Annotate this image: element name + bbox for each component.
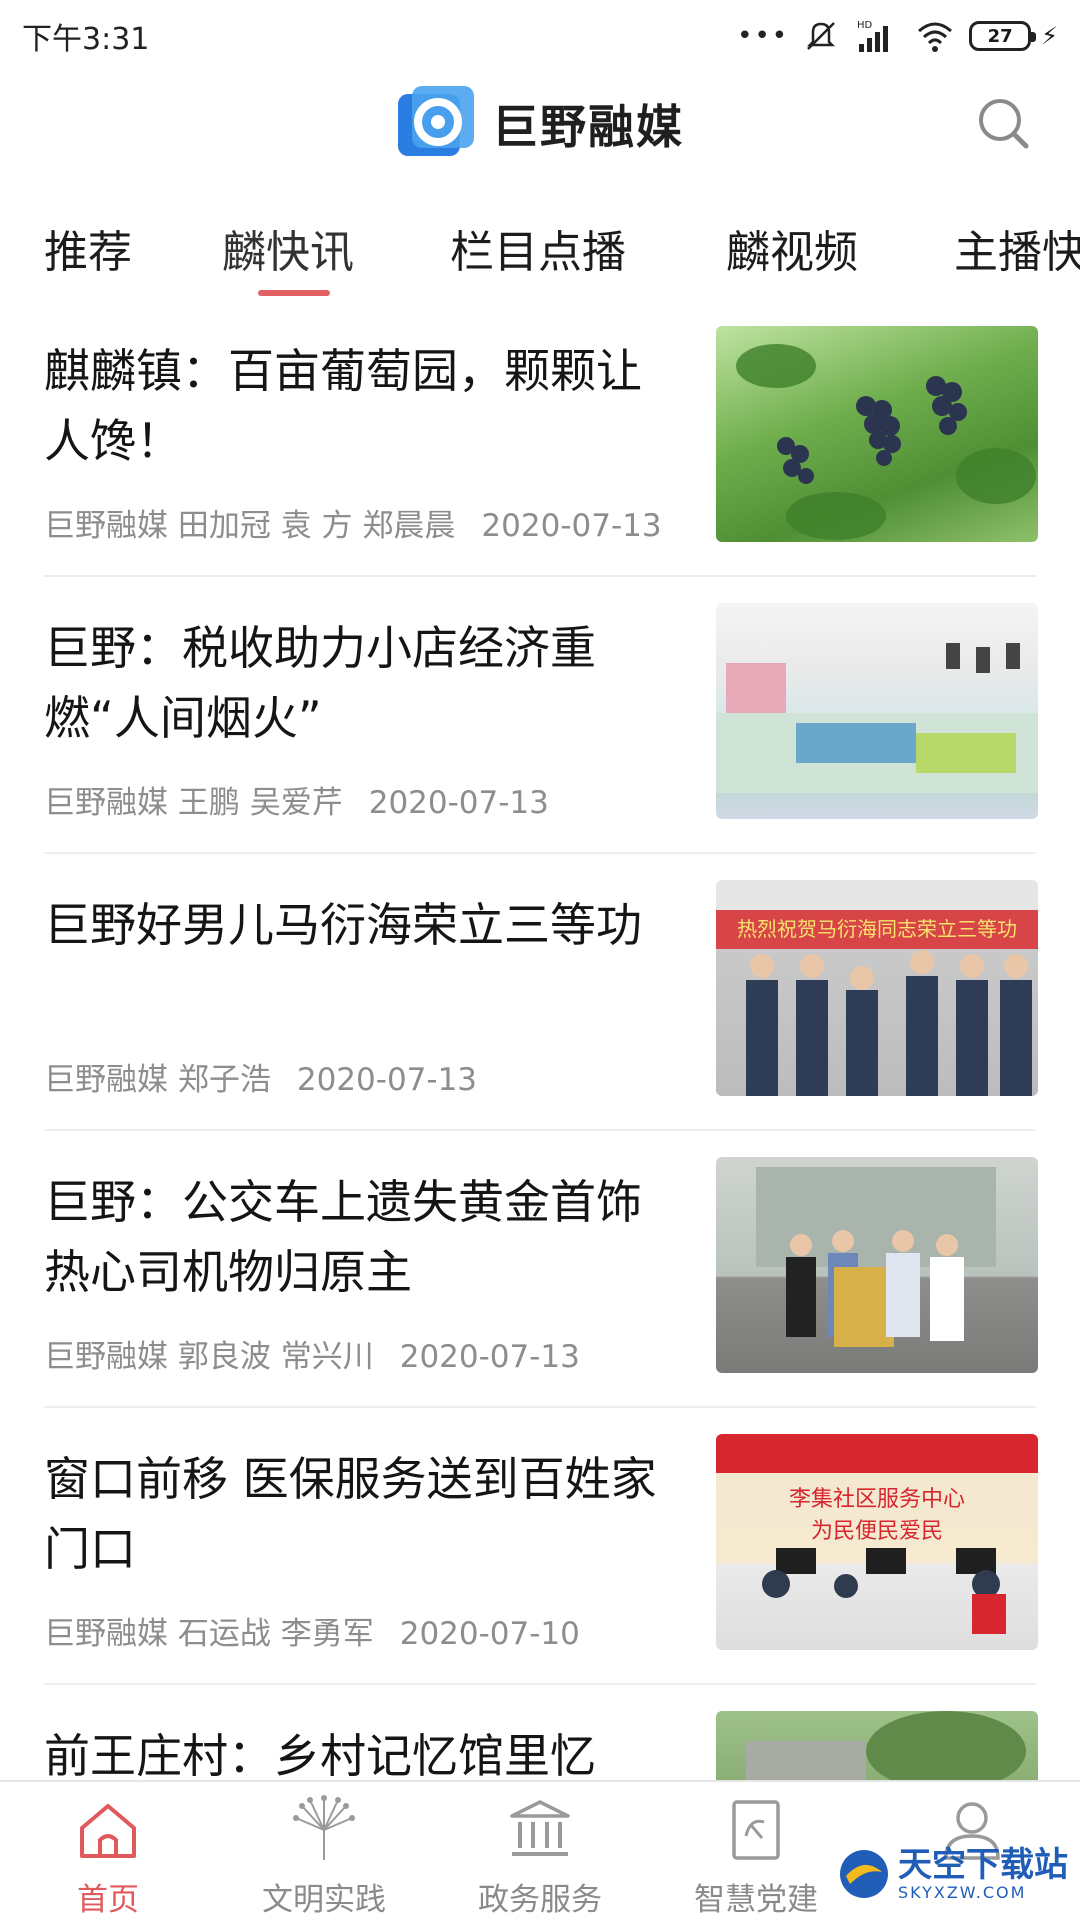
news-item[interactable]: 前王庄村：乡村记忆馆里忆 (0, 1685, 1080, 1780)
news-item[interactable]: 麒麟镇：百亩葡萄园，颗颗让人馋！ 巨野融媒 田加冠 袁 方 郑晨晨 2020-07… (0, 300, 1080, 577)
watermark-sub: SKYXZW.COM (898, 1882, 1027, 1902)
nav-gov-service[interactable]: 政务服务 (432, 1782, 648, 1920)
status-bar: 下午3:31 ••• HD 27 ⚡ (0, 0, 1080, 72)
news-author: 巨野融媒 郑子浩 (44, 1062, 271, 1098)
news-date: 2020-07-13 (368, 785, 549, 821)
news-meta: 巨野融媒 石运战 李勇军 2020-07-10 (44, 1608, 580, 1653)
news-item[interactable]: 巨野：公交车上遗失黄金首饰 热心司机物归原主 巨野融媒 郭良波 常兴川 2020-… (0, 1131, 1080, 1408)
site-watermark: 天空下载站 SKYXZW.COM (836, 1832, 1076, 1916)
charging-icon: ⚡ (1041, 22, 1058, 50)
nav-label: 首页 (77, 1882, 139, 1918)
news-item[interactable]: 窗口前移 医保服务送到百姓家门口 巨野融媒 石运战 李勇军 2020-07-10 … (0, 1408, 1080, 1685)
news-thumbnail[interactable] (716, 603, 1038, 819)
tab-lin-news[interactable]: 麟快讯 (222, 216, 354, 280)
news-thumbnail[interactable] (716, 1711, 1038, 1780)
news-thumbnail[interactable] (716, 326, 1038, 542)
nav-label: 文明实践 (262, 1882, 386, 1918)
service-center-image: 李集社区服务中心 为民便民爱民 (762, 1487, 1006, 1634)
tab-column-vod[interactable]: 栏目点播 (450, 216, 626, 280)
news-title[interactable]: 前王庄村：乡村记忆馆里忆 (44, 1721, 684, 1780)
police-image (756, 1167, 996, 1347)
news-title[interactable]: 巨野好男儿马衍海荣立三等功 (44, 890, 684, 960)
news-date: 2020-07-13 (481, 508, 662, 544)
village-image (746, 1711, 1026, 1780)
news-author: 巨野融媒 石运战 李勇军 (44, 1616, 374, 1652)
wifi-icon (918, 22, 953, 52)
news-title[interactable]: 窗口前移 医保服务送到百姓家门口 (44, 1444, 684, 1584)
watermark-logo-icon (840, 1850, 888, 1898)
nav-party-building[interactable]: 智慧党建 (648, 1782, 864, 1920)
news-author: 巨野融媒 王鹏 吴爱芹 (44, 785, 343, 821)
shop-image (716, 643, 1038, 793)
more-dots-icon: ••• (737, 21, 790, 51)
news-feed[interactable]: 麒麟镇：百亩葡萄园，颗颗让人馋！ 巨野融媒 田加冠 袁 方 郑晨晨 2020-07… (0, 300, 1080, 1780)
news-date: 2020-07-13 (296, 1062, 478, 1098)
government-building-icon (510, 1800, 570, 1856)
logo-icon (398, 86, 474, 156)
news-item[interactable]: 巨野：税收助力小店经济重燃“人间烟火” 巨野融媒 王鹏 吴爱芹 2020-07-1… (0, 577, 1080, 854)
nav-label: 智慧党建 (694, 1882, 818, 1918)
hd-label: HD (857, 20, 873, 31)
award-image: 热烈祝贺马衍海同志荣立三等功 (737, 917, 1032, 1096)
status-icons: ••• HD 27 ⚡ (737, 18, 1058, 54)
tab-anchor[interactable]: 主播快 (954, 216, 1080, 280)
banner-text: 热烈祝贺马衍海同志荣立三等功 (737, 917, 1017, 941)
news-author: 巨野融媒 郭良波 常兴川 (44, 1339, 374, 1375)
news-date: 2020-07-13 (399, 1339, 580, 1375)
nav-civilization[interactable]: 文明实践 (216, 1782, 432, 1920)
peacock-icon (293, 1795, 355, 1860)
news-author: 巨野融媒 田加冠 袁 方 郑晨晨 (44, 508, 456, 544)
app-logo: 巨野融媒 (396, 84, 684, 164)
news-thumbnail[interactable]: 李集社区服务中心 为民便民爱民 (716, 1434, 1038, 1650)
news-date: 2020-07-10 (399, 1616, 580, 1652)
tab-lin-video[interactable]: 麟视频 (726, 216, 858, 280)
news-meta: 巨野融媒 郑子浩 2020-07-13 (44, 1054, 477, 1099)
news-thumbnail[interactable] (716, 1157, 1038, 1373)
watermark-text: 天空下载站 (898, 1844, 1068, 1885)
party-book-icon (732, 1800, 780, 1860)
news-thumbnail[interactable]: 热烈祝贺马衍海同志荣立三等功 (716, 880, 1038, 1096)
category-tabs: 推荐 麟快讯 栏目点播 麟视频 主播快 (0, 200, 1080, 300)
grapes-image (736, 344, 1036, 540)
status-time: 下午3:31 (22, 22, 150, 57)
news-title[interactable]: 巨野：税收助力小店经济重燃“人间烟火” (44, 613, 684, 753)
search-icon[interactable] (970, 90, 1036, 156)
sign-text: 李集社区服务中心 (789, 1487, 965, 1512)
battery-icon: 27 ⚡ (969, 21, 1058, 51)
news-meta: 巨野融媒 郭良波 常兴川 2020-07-13 (44, 1331, 580, 1376)
signal-icon: HD (857, 20, 889, 52)
news-item[interactable]: 巨野好男儿马衍海荣立三等功 巨野融媒 郑子浩 2020-07-13 热烈祝贺马衍海… (0, 854, 1080, 1131)
nav-home[interactable]: 首页 (0, 1782, 216, 1920)
app-name: 巨野融媒 (492, 100, 684, 154)
news-title[interactable]: 麒麟镇：百亩葡萄园，颗颗让人馋！ (44, 336, 684, 476)
news-meta: 巨野融媒 王鹏 吴爱芹 2020-07-13 (44, 777, 549, 822)
battery-level: 27 (969, 21, 1037, 51)
tab-recommend[interactable]: 推荐 (44, 216, 132, 280)
app-header: 巨野融媒 (0, 72, 1080, 176)
home-icon (80, 1804, 136, 1858)
active-tab-indicator (258, 290, 330, 296)
nav-label: 政务服务 (478, 1882, 602, 1918)
news-title[interactable]: 巨野：公交车上遗失黄金首饰 热心司机物归原主 (44, 1167, 684, 1307)
sign-text: 为民便民爱民 (811, 1519, 943, 1544)
mute-icon (807, 22, 836, 50)
news-meta: 巨野融媒 田加冠 袁 方 郑晨晨 2020-07-13 (44, 500, 662, 545)
